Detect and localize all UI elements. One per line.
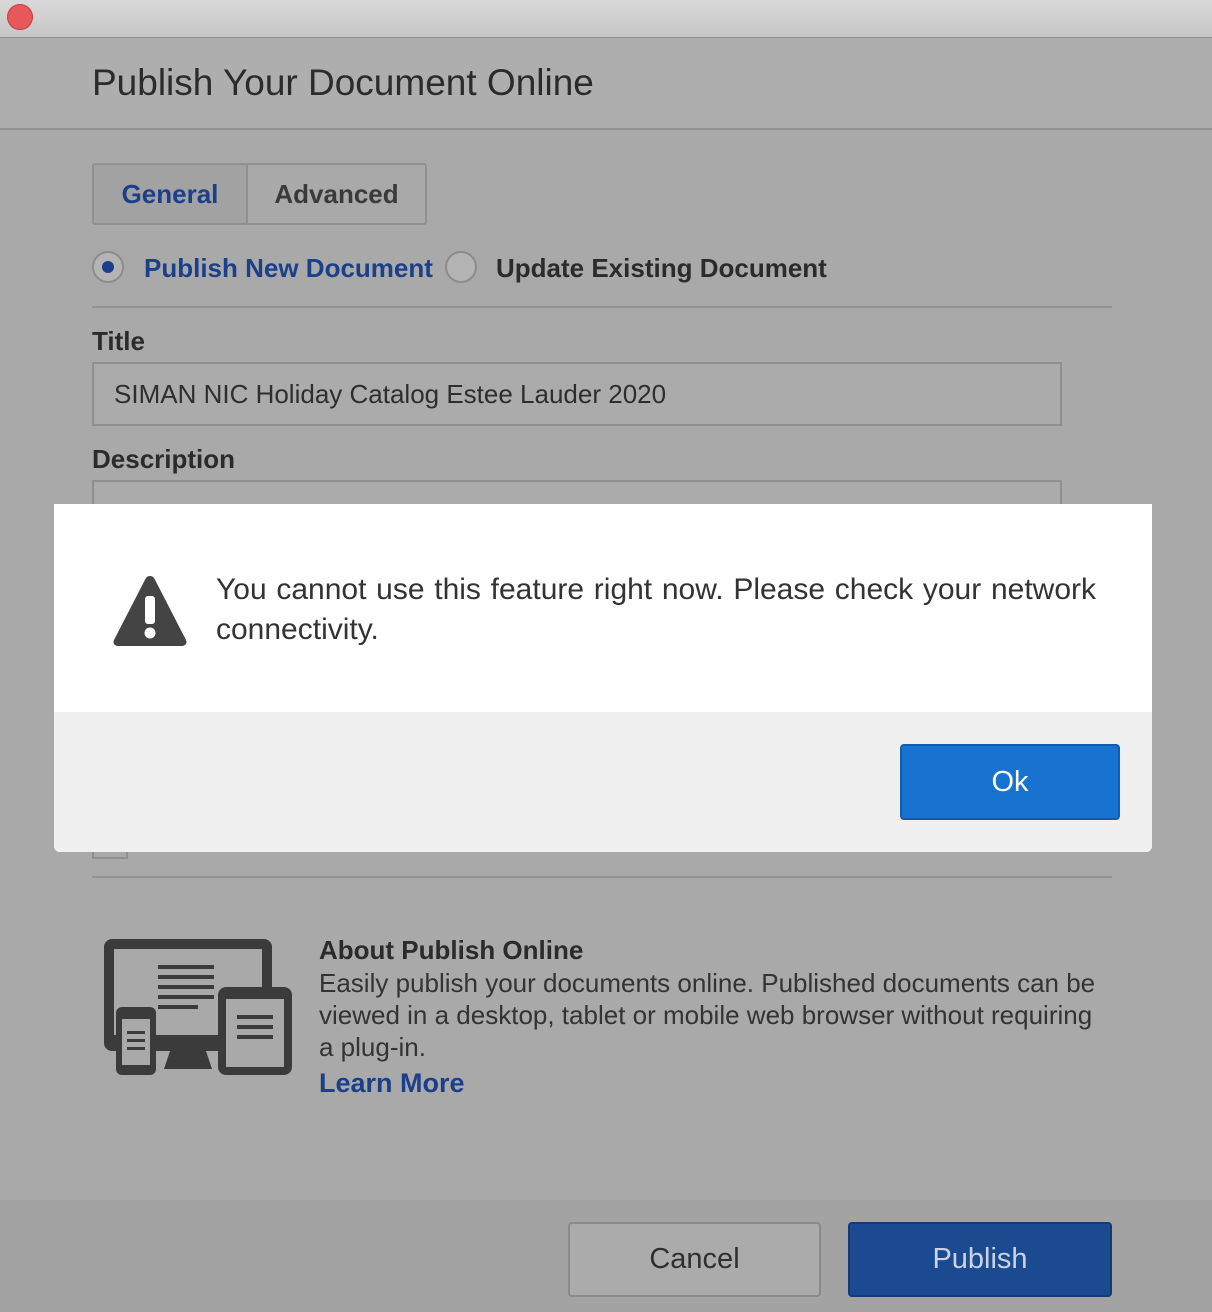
update-existing-radio[interactable] — [445, 251, 477, 283]
tab-advanced[interactable]: Advanced — [248, 165, 425, 223]
about-title: About Publish Online — [319, 935, 584, 965]
about-description: Easily publish your documents online. Pu… — [319, 968, 1096, 1062]
close-window-button[interactable] — [7, 4, 33, 30]
alert-message: You cannot use this feature right now. P… — [216, 573, 1096, 646]
publish-new-radio[interactable] — [92, 251, 124, 283]
publish-mode-options: Publish New Document Update Existing Doc… — [92, 250, 1112, 288]
tab-general[interactable]: General — [94, 165, 248, 223]
title-input[interactable]: SIMAN NIC Holiday Catalog Estee Lauder 2… — [92, 362, 1062, 426]
alert-footer: Ok — [54, 712, 1152, 852]
learn-more-link[interactable]: Learn More — [319, 1068, 465, 1099]
title-label: Title — [92, 326, 145, 356]
devices-icon — [104, 939, 292, 1075]
divider — [92, 876, 1112, 878]
publish-new-label[interactable]: Publish New Document — [144, 253, 433, 284]
publish-button[interactable]: Publish — [848, 1222, 1112, 1297]
dialog-header: Publish Your Document Online — [0, 38, 1212, 130]
alert-body: You cannot use this feature right now. P… — [54, 504, 1152, 712]
ok-button[interactable]: Ok — [900, 744, 1120, 820]
dialog-title: Publish Your Document Online — [92, 62, 594, 103]
cancel-button[interactable]: Cancel — [568, 1222, 821, 1297]
warning-icon — [113, 576, 187, 646]
window-titlebar — [0, 0, 1212, 38]
divider — [92, 306, 1112, 308]
tab-bar: General Advanced — [92, 163, 427, 225]
alert-dialog: You cannot use this feature right now. P… — [54, 504, 1152, 852]
description-label: Description — [92, 444, 236, 474]
update-existing-label[interactable]: Update Existing Document — [496, 253, 827, 284]
